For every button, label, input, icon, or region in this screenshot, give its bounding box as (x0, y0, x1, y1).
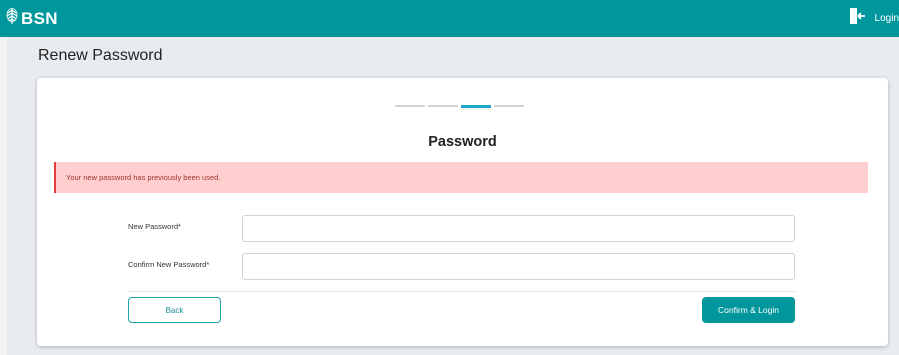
top-navbar: BSN Login (0, 0, 899, 37)
step-1 (395, 105, 425, 107)
bsn-logo[interactable]: BSN (6, 8, 58, 29)
confirm-password-label: Confirm New Password* (128, 260, 210, 269)
confirm-login-button[interactable]: Confirm & Login (702, 297, 795, 323)
tree-logo-icon (6, 8, 18, 29)
door-login-icon (849, 7, 866, 30)
error-alert-message: Your new password has previously been us… (66, 173, 221, 182)
renew-password-card: Password Your new password has previousl… (37, 78, 888, 346)
new-password-label: New Password* (128, 222, 181, 231)
step-2 (428, 105, 458, 107)
card-title: Password (428, 134, 497, 150)
login-link[interactable]: Login (849, 7, 899, 30)
page-title: Renew Password (38, 47, 163, 64)
new-password-input[interactable] (242, 215, 795, 242)
login-label: Login (874, 13, 899, 24)
confirm-password-input[interactable] (242, 253, 795, 280)
step-4 (494, 105, 524, 107)
step-3-active (461, 104, 491, 108)
logo-text: BSN (21, 8, 58, 28)
error-alert: Your new password has previously been us… (54, 162, 868, 193)
left-edge-strip (0, 37, 7, 355)
back-button[interactable]: Back (128, 297, 221, 323)
step-indicator (395, 104, 524, 108)
form-divider (128, 291, 795, 292)
